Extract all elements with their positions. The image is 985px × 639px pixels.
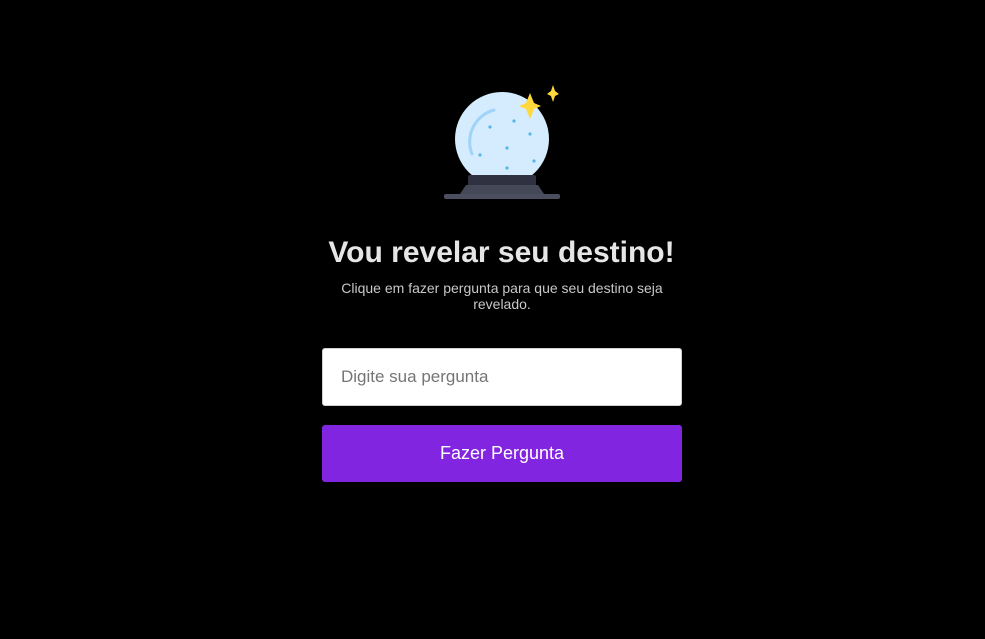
page-title: Vou revelar seu destino! — [328, 236, 675, 269]
page: Vou revelar seu destino! Clique em fazer… — [0, 0, 985, 639]
question-input[interactable] — [322, 348, 682, 406]
crystal-ball-icon — [444, 85, 560, 199]
ask-question-button[interactable]: Fazer Pergunta — [322, 425, 682, 482]
page-subtitle: Clique em fazer pergunta para que seu de… — [341, 280, 663, 312]
